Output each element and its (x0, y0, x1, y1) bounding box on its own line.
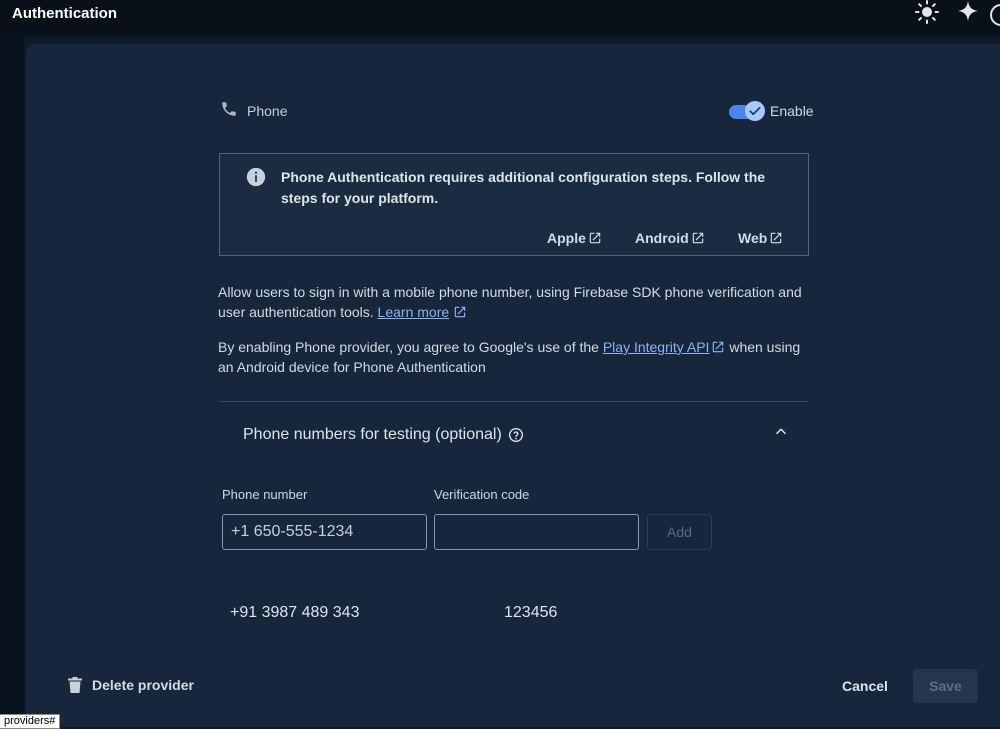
phone-number-label: Phone number (222, 487, 308, 502)
enable-label: Enable (770, 103, 814, 119)
page-title: Authentication (12, 5, 117, 22)
info-banner: Phone Authentication requires additional… (219, 153, 809, 256)
verification-code-input[interactable] (434, 514, 639, 550)
sun-icon[interactable] (915, 0, 939, 24)
delete-provider-button[interactable]: Delete provider (68, 677, 194, 693)
external-link-icon (771, 232, 782, 244)
play-integrity-label: Play Integrity API (602, 339, 710, 355)
external-link-icon (713, 341, 724, 353)
account-avatar[interactable] (990, 4, 1000, 26)
apple-link-label: Apple (547, 230, 586, 246)
consent-paragraph: By enabling Phone provider, you agree to… (218, 337, 818, 377)
toggle-knob (745, 101, 765, 121)
testing-section-title: Phone numbers for testing (optional) (243, 426, 502, 443)
info-icon (246, 167, 266, 187)
description-text: Allow users to sign in with a mobile pho… (218, 284, 802, 320)
top-app-bar: Authentication (0, 0, 1000, 36)
test-verification-code: 123456 (504, 604, 558, 621)
apple-link[interactable]: Apple (547, 230, 602, 246)
left-rail (0, 36, 24, 727)
testing-section-header[interactable]: Phone numbers for testing (optional) (243, 426, 524, 444)
android-link[interactable]: Android (635, 230, 705, 246)
sparkle-icon[interactable] (957, 0, 979, 22)
help-icon[interactable] (508, 427, 524, 443)
check-icon (749, 106, 761, 116)
web-link[interactable]: Web (738, 230, 783, 246)
save-button[interactable]: Save (913, 669, 978, 703)
add-button[interactable]: Add (647, 514, 712, 550)
learn-more-link[interactable]: Learn more (378, 304, 450, 320)
provider-name: Phone (247, 103, 288, 119)
external-link-icon (454, 306, 466, 318)
test-phone-number: +91 3987 489 343 (230, 604, 360, 621)
section-divider (219, 401, 809, 402)
delete-provider-label: Delete provider (92, 677, 194, 693)
info-text: Phone Authentication requires additional… (281, 169, 766, 206)
provider-panel (26, 44, 1000, 727)
description-paragraph: Allow users to sign in with a mobile pho… (218, 282, 818, 322)
android-link-label: Android (635, 230, 689, 246)
external-link-icon (589, 232, 601, 244)
phone-icon (222, 102, 236, 116)
web-link-label: Web (738, 230, 768, 246)
phone-number-input[interactable] (222, 514, 427, 550)
enable-toggle[interactable] (729, 101, 765, 121)
trash-icon (68, 677, 82, 693)
learn-more-label: Learn more (377, 304, 450, 320)
play-integrity-link[interactable]: Play Integrity API (603, 339, 710, 355)
consent-prefix: By enabling Phone provider, you agree to… (218, 339, 599, 355)
external-link-icon (692, 232, 703, 244)
chevron-up-icon[interactable] (773, 424, 789, 438)
cancel-button[interactable]: Cancel (830, 669, 900, 703)
verification-code-label: Verification code (434, 487, 530, 502)
